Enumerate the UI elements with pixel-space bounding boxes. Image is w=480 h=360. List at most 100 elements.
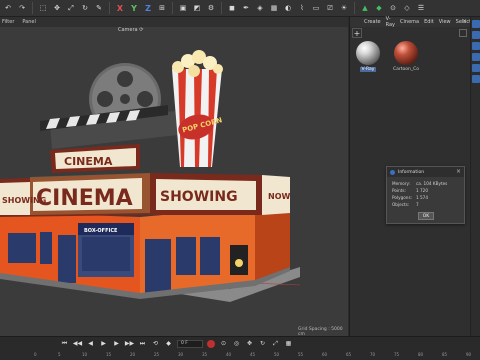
timeline-tick-label: 90 (466, 352, 472, 357)
scale-tool-icon[interactable]: ⤢ (65, 2, 77, 15)
window-right-1 (176, 237, 196, 275)
subdivision-icon[interactable]: ◈ (254, 2, 266, 15)
window-right-2 (200, 237, 220, 275)
scale-key-icon[interactable]: ⤢ (271, 339, 280, 348)
render-picture-icon[interactable]: ◩ (191, 2, 203, 15)
dialog-body: Memory: ca. 104 KBytes Points: 1 720 Pol… (387, 177, 464, 211)
material-label: Cartoon_Co (392, 67, 420, 72)
coordinate-system-icon[interactable]: ⊞ (156, 2, 168, 15)
close-icon[interactable]: × (456, 168, 461, 175)
autokey-icon[interactable]: ⊙ (219, 339, 228, 348)
record-button[interactable] (207, 339, 215, 348)
param-key-icon[interactable]: ▦ (284, 339, 293, 348)
structure-tab-icon[interactable] (472, 64, 480, 72)
material-preview (394, 41, 418, 65)
go-to-start-icon[interactable]: ⏮ (60, 339, 69, 348)
popcorn-bucket-icon (172, 50, 223, 167)
menu-view[interactable]: View (439, 19, 451, 25)
top-marquee-text: CINEMA (64, 155, 113, 168)
menu-create[interactable]: Create (364, 19, 381, 25)
array-icon[interactable]: ▦ (268, 2, 280, 15)
door-right (145, 239, 171, 295)
ok-button[interactable]: OK (418, 212, 434, 220)
snap-icon[interactable]: ⊙ (387, 2, 399, 15)
camera-icon[interactable]: ⎚ (324, 2, 336, 15)
play-icon[interactable]: ▶ (99, 339, 108, 348)
timeline-tick-label: 65 (346, 352, 352, 357)
menu-edit[interactable]: Edit (424, 19, 434, 25)
info-key: Objects: (392, 202, 410, 207)
brush-icon[interactable]: ✎ (93, 2, 105, 15)
timeline-tick-label: 10 (82, 352, 88, 357)
cube-icon[interactable]: ◼ (226, 2, 238, 15)
render-view-icon[interactable]: ▣ (177, 2, 189, 15)
right-side-sign-text: NOW (268, 192, 290, 201)
timeline-tick-label: 0 (34, 352, 37, 357)
timeline-tick-label: 35 (202, 352, 208, 357)
vray-ipr-icon[interactable]: ◆ (373, 2, 385, 15)
info-value: 1 720 (416, 188, 428, 193)
timeline-tick-label: 40 (226, 352, 232, 357)
next-frame-icon[interactable]: ▶ (112, 339, 121, 348)
takes-tab-icon[interactable] (472, 31, 480, 39)
move-tool-icon[interactable]: ✥ (51, 2, 63, 15)
rotate-tool-icon[interactable]: ↻ (79, 2, 91, 15)
info-row: Memory: ca. 104 KBytes (392, 180, 459, 187)
showing-sign-text: SHOWING (160, 189, 238, 205)
timeline-tick-label: 30 (178, 352, 184, 357)
material-menu: Create V-Ray Cinema Edit View Select (350, 16, 471, 28)
current-frame-field[interactable]: 0 F (177, 339, 203, 348)
axis-z-lock[interactable]: Z (142, 2, 154, 15)
keyframe-selection-icon[interactable]: ◎ (232, 339, 241, 348)
light-icon[interactable]: ☀ (338, 2, 350, 15)
objects-tab-icon[interactable] (472, 20, 480, 28)
left-side-sign-text: SHOWING (2, 196, 46, 205)
grid-spacing-label: Grid Spacing : 5000 cm (298, 327, 343, 336)
dialog-title: Information (398, 169, 425, 175)
menu-cinema[interactable]: Cinema (400, 19, 419, 25)
pen-icon[interactable]: ✒ (240, 2, 252, 15)
workplane-icon[interactable]: ◇ (401, 2, 413, 15)
previous-frame-icon[interactable]: ◀ (86, 339, 95, 348)
window-left-2 (22, 233, 36, 263)
boole-icon[interactable]: ◐ (282, 2, 294, 15)
axis-x-lock[interactable]: X (114, 2, 126, 15)
panel-options-icon[interactable] (459, 29, 467, 37)
redo-icon[interactable]: ↷ (16, 2, 28, 15)
cinema-building-render: POP CORN CINEMA CINEMA SHOWING SHOWING N… (0, 50, 301, 302)
layers-tab-icon[interactable] (472, 53, 480, 61)
loop-icon[interactable]: ⟲ (151, 339, 160, 348)
vray-render-icon[interactable]: ▲ (359, 2, 371, 15)
select-tool-icon[interactable]: ⬚ (37, 2, 49, 15)
go-to-end-icon[interactable]: ⏭ (138, 339, 147, 348)
material-toolbar: + (350, 27, 470, 39)
toolbar-separator (354, 2, 355, 14)
position-key-icon[interactable]: ✥ (245, 339, 254, 348)
right-icon-strip (470, 17, 480, 336)
next-key-icon[interactable]: ▶▶ (125, 339, 134, 348)
info-key: Points: (392, 188, 406, 193)
undo-icon[interactable]: ↶ (2, 2, 14, 15)
previous-key-icon[interactable]: ◀◀ (73, 339, 82, 348)
timeline: ⏮ ◀◀ ◀ ▶ ▶ ▶▶ ⏭ ⟲ ◆ 0 F ⊙ ◎ ✥ ↻ ⤢ ▦ 0 5 10… (0, 336, 480, 360)
3d-viewport[interactable]: Camera ⟳ POP CORN CINEMA CINEMA SHOWING … (0, 27, 348, 336)
deformer-icon[interactable]: ⌇ (296, 2, 308, 15)
floor-icon[interactable]: ▭ (310, 2, 322, 15)
attributes-tab-icon[interactable] (472, 75, 480, 83)
layer-icon[interactable]: ☰ (415, 2, 427, 15)
info-value: 7 (416, 202, 419, 207)
viewport-menu-filter[interactable]: Filter (2, 19, 14, 25)
timeline-tick-label: 15 (106, 352, 112, 357)
menu-vray[interactable]: V-Ray (386, 16, 395, 28)
content-browser-tab-icon[interactable] (472, 42, 480, 50)
close-icon[interactable]: × (462, 18, 467, 25)
timeline-tick-label: 5 (58, 352, 61, 357)
viewport-menu-panel[interactable]: Panel (22, 19, 36, 25)
add-material-button[interactable]: + (352, 28, 362, 38)
material-item[interactable]: Cartoon_Co (390, 41, 422, 72)
keyframe-icon[interactable]: ◆ (164, 339, 173, 348)
render-settings-icon[interactable]: ⚙ (205, 2, 217, 15)
rotation-key-icon[interactable]: ↻ (258, 339, 267, 348)
axis-y-lock[interactable]: Y (128, 2, 140, 15)
material-item[interactable]: V-Ray (352, 41, 384, 72)
